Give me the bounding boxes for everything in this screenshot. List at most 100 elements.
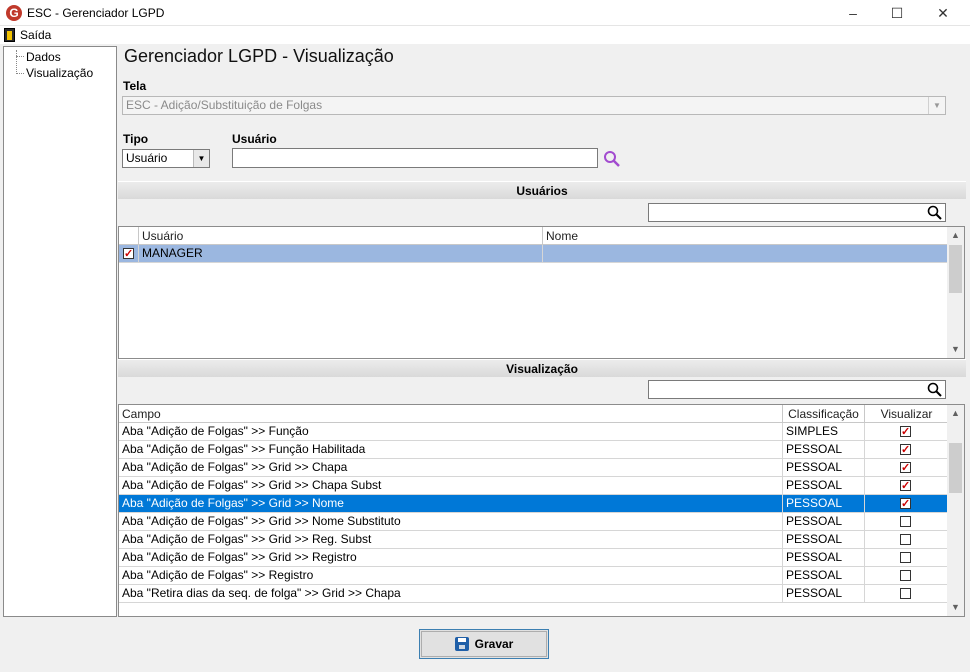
users-col-nome[interactable]: Nome	[543, 227, 948, 245]
users-filter-input[interactable]	[648, 203, 946, 222]
table-row[interactable]: Aba "Adição de Folgas" >> Grid >> Regist…	[119, 549, 948, 567]
campo-cell: Aba "Adição de Folgas" >> Grid >> Chapa …	[119, 477, 783, 495]
scroll-up-icon[interactable]: ▲	[947, 405, 964, 422]
users-grid-header: Usuário Nome	[119, 227, 948, 245]
view-section-header: Visualização	[118, 359, 966, 377]
view-grid-header: Campo Classificação Visualizar	[119, 405, 948, 423]
classificacao-cell: PESSOAL	[783, 549, 865, 567]
users-grid-header-check	[119, 227, 139, 245]
page-title: Gerenciador LGPD - Visualização	[124, 46, 394, 66]
user-usuario-cell: MANAGER	[139, 245, 543, 263]
classificacao-cell: PESSOAL	[783, 441, 865, 459]
table-row[interactable]: Aba "Adição de Folgas" >> Função SIMPLES	[119, 423, 948, 441]
view-grid-scrollbar[interactable]: ▲ ▼	[947, 405, 964, 616]
view-filter-input[interactable]	[648, 380, 946, 399]
menu-exit-label: Saída	[20, 28, 52, 42]
campo-cell: Aba "Retira dias da seq. de folga" >> Gr…	[119, 585, 783, 603]
scroll-thumb[interactable]	[949, 245, 962, 293]
campo-cell: Aba "Adição de Folgas" >> Grid >> Regist…	[119, 549, 783, 567]
row-check-cell	[119, 245, 139, 263]
users-grid: Usuário Nome MANAGER ▲ ▼	[118, 226, 965, 359]
user-row-checkbox[interactable]	[123, 246, 134, 263]
tree-item-dados[interactable]: Dados	[26, 50, 61, 64]
view-col-visualizar[interactable]: Visualizar	[865, 405, 948, 423]
tipo-select[interactable]: Usuário ▼	[122, 149, 210, 168]
visualizar-cell	[865, 495, 948, 513]
users-grid-scrollbar[interactable]: ▲ ▼	[947, 227, 964, 358]
scroll-thumb[interactable]	[949, 443, 962, 493]
users-section-header: Usuários	[118, 181, 966, 199]
maximize-button[interactable]: ☐	[874, 0, 920, 26]
search-icon[interactable]	[602, 150, 622, 168]
tela-label: Tela	[123, 79, 147, 93]
campo-cell: Aba "Adição de Folgas" >> Grid >> Nome S…	[119, 513, 783, 531]
table-row[interactable]: Aba "Adição de Folgas" >> Registro PESSOA…	[119, 567, 948, 585]
tree-connector	[16, 56, 24, 57]
visualizar-checkbox[interactable]	[900, 460, 911, 477]
classificacao-cell: PESSOAL	[783, 459, 865, 477]
save-button-label: Gravar	[474, 637, 514, 651]
visualizar-cell	[865, 513, 948, 531]
menu-exit[interactable]: Saída	[4, 27, 51, 43]
search-icon[interactable]	[927, 205, 943, 221]
campo-cell: Aba "Adição de Folgas" >> Grid >> Chapa	[119, 459, 783, 477]
chevron-down-icon[interactable]: ▼	[193, 150, 209, 167]
table-row[interactable]: Aba "Retira dias da seq. de folga" >> Gr…	[119, 585, 948, 603]
classificacao-cell: PESSOAL	[783, 567, 865, 585]
search-icon[interactable]	[927, 382, 943, 398]
scroll-up-icon[interactable]: ▲	[947, 227, 964, 244]
view-col-classificacao[interactable]: Classificação	[783, 405, 865, 423]
save-button[interactable]: Gravar	[419, 629, 549, 659]
title-bar: G ESC - Gerenciador LGPD – ☐ ✕	[0, 0, 970, 26]
menu-bar: Saída	[0, 26, 970, 44]
table-row[interactable]: Aba "Adição de Folgas" >> Grid >> Reg. S…	[119, 531, 948, 549]
chevron-down-icon[interactable]: ▼	[928, 97, 945, 114]
campo-cell: Aba "Adição de Folgas" >> Grid >> Reg. S…	[119, 531, 783, 549]
visualizar-checkbox[interactable]	[900, 570, 911, 581]
campo-cell: Aba "Adição de Folgas" >> Registro	[119, 567, 783, 585]
classificacao-cell: PESSOAL	[783, 513, 865, 531]
floppy-disk-icon	[454, 637, 469, 651]
visualizar-cell	[865, 459, 948, 477]
table-row[interactable]: MANAGER	[119, 245, 948, 263]
tree-connector	[16, 50, 17, 74]
tela-select[interactable]: ESC - Adição/Substituição de Folgas ▼	[122, 96, 946, 115]
tree-item-visualizacao[interactable]: Visualização	[26, 66, 93, 80]
campo-cell: Aba "Adição de Folgas" >> Função Habilit…	[119, 441, 783, 459]
table-row[interactable]: Aba "Adição de Folgas" >> Grid >> Nome PE…	[119, 495, 948, 513]
campo-cell: Aba "Adição de Folgas" >> Grid >> Nome	[119, 495, 783, 513]
campo-cell: Aba "Adição de Folgas" >> Função	[119, 423, 783, 441]
tree-connector	[16, 73, 24, 74]
classificacao-cell: PESSOAL	[783, 585, 865, 603]
visualizar-cell	[865, 441, 948, 459]
scroll-down-icon[interactable]: ▼	[947, 599, 964, 616]
usuario-label: Usuário	[232, 132, 277, 146]
table-row[interactable]: Aba "Adição de Folgas" >> Grid >> Nome S…	[119, 513, 948, 531]
navigation-tree: Dados Visualização	[3, 46, 117, 617]
close-button[interactable]: ✕	[920, 0, 966, 26]
visualizar-checkbox[interactable]	[900, 478, 911, 495]
table-row[interactable]: Aba "Adição de Folgas" >> Grid >> Chapa P…	[119, 459, 948, 477]
scroll-down-icon[interactable]: ▼	[947, 341, 964, 358]
users-col-usuario[interactable]: Usuário	[139, 227, 543, 245]
tipo-select-value: Usuário	[126, 151, 168, 165]
visualizar-cell	[865, 585, 948, 603]
visualizar-checkbox[interactable]	[900, 552, 911, 563]
app-logo-icon: G	[6, 5, 22, 21]
visualizar-cell	[865, 567, 948, 585]
window-title: ESC - Gerenciador LGPD	[27, 6, 165, 20]
visualizar-checkbox[interactable]	[900, 534, 911, 545]
view-grid: Campo Classificação Visualizar Aba "Adiç…	[118, 404, 965, 617]
visualizar-checkbox[interactable]	[900, 442, 911, 459]
visualizar-checkbox[interactable]	[900, 516, 911, 527]
usuario-input[interactable]	[232, 148, 598, 168]
visualizar-checkbox[interactable]	[900, 496, 911, 513]
view-col-campo[interactable]: Campo	[119, 405, 783, 423]
table-row[interactable]: Aba "Adição de Folgas" >> Grid >> Chapa …	[119, 477, 948, 495]
table-row[interactable]: Aba "Adição de Folgas" >> Função Habilit…	[119, 441, 948, 459]
visualizar-checkbox[interactable]	[900, 588, 911, 599]
minimize-button[interactable]: –	[830, 0, 876, 26]
visualizar-checkbox[interactable]	[900, 424, 911, 441]
classificacao-cell: PESSOAL	[783, 531, 865, 549]
visualizar-cell	[865, 531, 948, 549]
